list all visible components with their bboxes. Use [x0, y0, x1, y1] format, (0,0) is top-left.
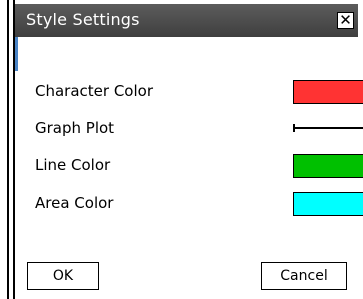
style-settings-dialog: Style Settings ✕ Character Color Graph P…: [13, 0, 363, 299]
screen: Style Settings ✕ Character Color Graph P…: [0, 0, 363, 299]
setting-row-graph-plot: Graph Plot: [31, 115, 363, 143]
area-color-label: Area Color: [35, 194, 114, 212]
setting-row-area-color: Area Color: [31, 190, 363, 218]
character-color-label: Character Color: [35, 82, 153, 100]
graph-plot-line-sample[interactable]: [292, 123, 363, 133]
cancel-button[interactable]: Cancel: [261, 262, 347, 290]
left-frame-edge: [7, 0, 9, 299]
ok-button[interactable]: OK: [27, 262, 99, 290]
dialog-title: Style Settings: [26, 10, 140, 29]
close-button[interactable]: ✕: [337, 12, 354, 29]
line-color-swatch[interactable]: [293, 154, 363, 178]
graph-plot-label: Graph Plot: [35, 119, 115, 137]
dialog-titlebar: Style Settings ✕: [15, 4, 358, 37]
setting-row-line-color: Line Color: [31, 152, 363, 180]
accent-bar: [15, 37, 18, 71]
character-color-swatch[interactable]: [293, 80, 363, 104]
setting-row-character-color: Character Color: [31, 78, 363, 106]
line-color-label: Line Color: [35, 156, 111, 174]
close-icon: ✕: [339, 11, 352, 29]
area-color-swatch[interactable]: [293, 192, 363, 216]
